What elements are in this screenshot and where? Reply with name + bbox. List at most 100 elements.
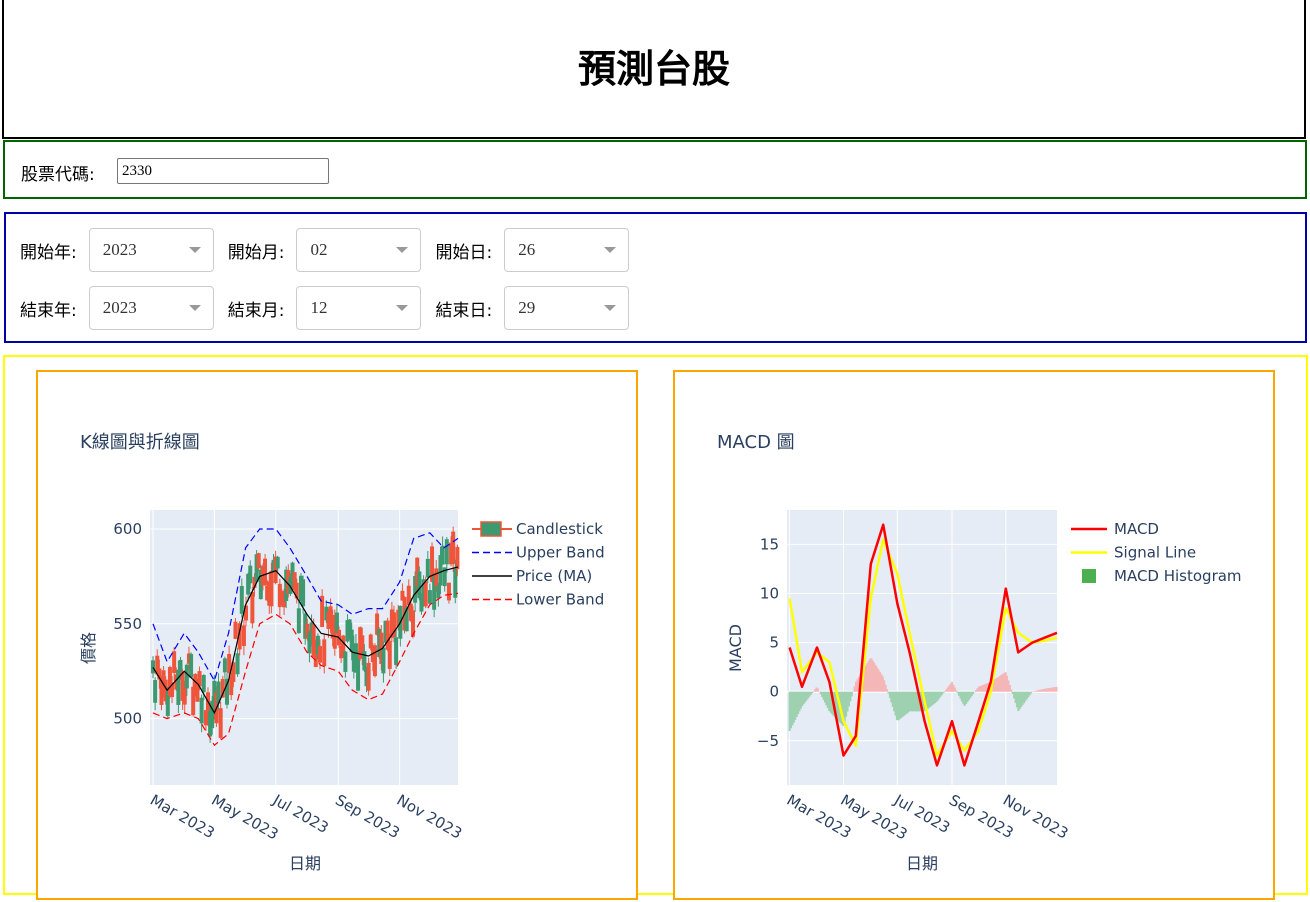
start-year-value: 2023 bbox=[102, 240, 137, 259]
candle[interactable] bbox=[366, 662, 371, 691]
chevron-down-icon bbox=[604, 247, 617, 253]
date-range-section: 開始年: 2023 開始月: 02 開始日: 26 結束年: 2023 結束月:… bbox=[4, 212, 1307, 343]
candle[interactable] bbox=[248, 565, 253, 584]
candle[interactable] bbox=[199, 697, 204, 724]
legend[interactable]: MACD Signal Line MACD Histogram bbox=[1071, 520, 1242, 585]
histogram-bar bbox=[850, 691, 853, 697]
legend-item-label[interactable]: MACD Histogram bbox=[1114, 567, 1242, 585]
candle[interactable] bbox=[446, 582, 451, 601]
legend-item-label[interactable]: Price (MA) bbox=[516, 567, 592, 585]
chart-title: MACD 圖 bbox=[717, 432, 795, 453]
start-date-row: 開始年: 2023 開始月: 02 開始日: 26 bbox=[20, 228, 643, 272]
candle[interactable] bbox=[184, 664, 189, 689]
end-year-label: 結束年: bbox=[20, 300, 77, 321]
kline-chart-panel: K線圖與折線圖 500 550 600 Mar 2023 May 2023 Jul 20… bbox=[36, 370, 638, 900]
candle[interactable] bbox=[356, 653, 361, 691]
histogram-bar bbox=[886, 689, 889, 692]
end-month-label: 結束月: bbox=[227, 300, 285, 321]
start-month-label: 開始月: bbox=[227, 242, 285, 263]
candle[interactable] bbox=[436, 585, 441, 599]
candle[interactable] bbox=[455, 546, 460, 570]
chevron-down-icon bbox=[188, 247, 201, 253]
candle[interactable] bbox=[218, 708, 223, 738]
kline-chart[interactable]: K線圖與折線圖 500550600 Mar 2023May 2023Jul 20… bbox=[38, 372, 636, 898]
legend-item-label[interactable]: MACD bbox=[1114, 520, 1159, 538]
y-tick-label: 600 bbox=[113, 520, 142, 538]
legend-item-label[interactable]: Lower Band bbox=[516, 591, 604, 609]
candle[interactable] bbox=[263, 558, 268, 586]
chevron-down-icon bbox=[396, 305, 409, 311]
candle[interactable] bbox=[256, 553, 261, 569]
stock-code-input[interactable] bbox=[117, 158, 329, 184]
legend[interactable]: Candlestick Upper Band Price (MA) Lower Ban… bbox=[472, 520, 605, 609]
x-axis-label: 日期 bbox=[289, 854, 321, 873]
legend-item-label[interactable]: Upper Band bbox=[516, 544, 605, 562]
candle[interactable] bbox=[296, 608, 301, 634]
y-tick-label: 5 bbox=[769, 634, 779, 652]
histogram-bar bbox=[816, 688, 819, 692]
candle[interactable] bbox=[423, 581, 428, 607]
candle[interactable] bbox=[318, 646, 323, 663]
candle[interactable] bbox=[239, 586, 244, 614]
start-day-label: 開始日: bbox=[435, 242, 493, 263]
legend-item-label[interactable]: Signal Line bbox=[1114, 544, 1196, 562]
y-tick-label: 0 bbox=[769, 683, 779, 701]
candle[interactable] bbox=[322, 639, 327, 667]
chevron-down-icon bbox=[604, 305, 617, 311]
header: 預測台股 bbox=[2, 0, 1306, 139]
candle[interactable] bbox=[250, 592, 255, 624]
candle[interactable] bbox=[241, 625, 246, 647]
histogram-bar bbox=[973, 691, 976, 693]
candle[interactable] bbox=[222, 658, 227, 673]
candle[interactable] bbox=[189, 653, 194, 678]
start-month-value: 02 bbox=[310, 240, 328, 259]
candle[interactable] bbox=[153, 679, 158, 703]
end-year-dropdown[interactable]: 2023 bbox=[88, 286, 214, 330]
start-year-dropdown[interactable]: 2023 bbox=[88, 228, 214, 272]
candle[interactable] bbox=[417, 571, 422, 599]
chevron-down-icon bbox=[188, 305, 201, 311]
candle[interactable] bbox=[334, 612, 339, 633]
y-tick-label: 10 bbox=[760, 584, 779, 602]
stock-code-section: 股票代碼: bbox=[3, 140, 1307, 199]
legend-bar-icon bbox=[1082, 569, 1096, 583]
start-year-label: 開始年: bbox=[20, 242, 77, 263]
candle[interactable] bbox=[235, 653, 240, 675]
candle[interactable] bbox=[387, 640, 392, 669]
end-month-dropdown[interactable]: 12 bbox=[296, 286, 422, 330]
candle[interactable] bbox=[372, 645, 377, 677]
candle[interactable] bbox=[269, 570, 274, 607]
x-tick-label: Nov 2023 bbox=[394, 791, 466, 843]
candle[interactable] bbox=[394, 637, 399, 665]
start-day-value: 26 bbox=[518, 240, 536, 259]
y-tick-label: 550 bbox=[113, 615, 142, 633]
histogram-bar bbox=[955, 690, 958, 692]
x-tick-label: May 2023 bbox=[208, 791, 281, 844]
stock-code-label: 股票代碼: bbox=[21, 165, 95, 185]
candle[interactable] bbox=[301, 579, 306, 607]
candle[interactable] bbox=[434, 568, 439, 586]
candle[interactable] bbox=[440, 545, 445, 565]
candle[interactable] bbox=[444, 539, 449, 565]
macd-chart[interactable]: MACD 圖 −5051015 Mar 2023May 2023Jul 2023… bbox=[675, 372, 1273, 898]
chart-title: K線圖與折線圖 bbox=[80, 432, 200, 453]
start-day-dropdown[interactable]: 26 bbox=[504, 228, 630, 272]
chevron-down-icon bbox=[396, 247, 409, 253]
y-tick-label: 15 bbox=[760, 535, 779, 553]
start-month-dropdown[interactable]: 02 bbox=[296, 228, 422, 272]
candle[interactable] bbox=[425, 558, 430, 578]
candle[interactable] bbox=[275, 556, 280, 569]
candle[interactable] bbox=[427, 590, 432, 604]
candle[interactable] bbox=[451, 531, 456, 564]
legend-item-label[interactable]: Candlestick bbox=[516, 520, 603, 538]
candle[interactable] bbox=[381, 647, 386, 674]
candle[interactable] bbox=[201, 674, 206, 693]
histogram-bar bbox=[811, 691, 814, 694]
candle[interactable] bbox=[233, 621, 238, 639]
candle[interactable] bbox=[362, 651, 367, 671]
candle[interactable] bbox=[343, 651, 348, 672]
candle[interactable] bbox=[151, 660, 156, 674]
histogram-bar bbox=[1010, 689, 1013, 692]
candle[interactable] bbox=[172, 651, 177, 673]
end-day-dropdown[interactable]: 29 bbox=[504, 286, 630, 330]
